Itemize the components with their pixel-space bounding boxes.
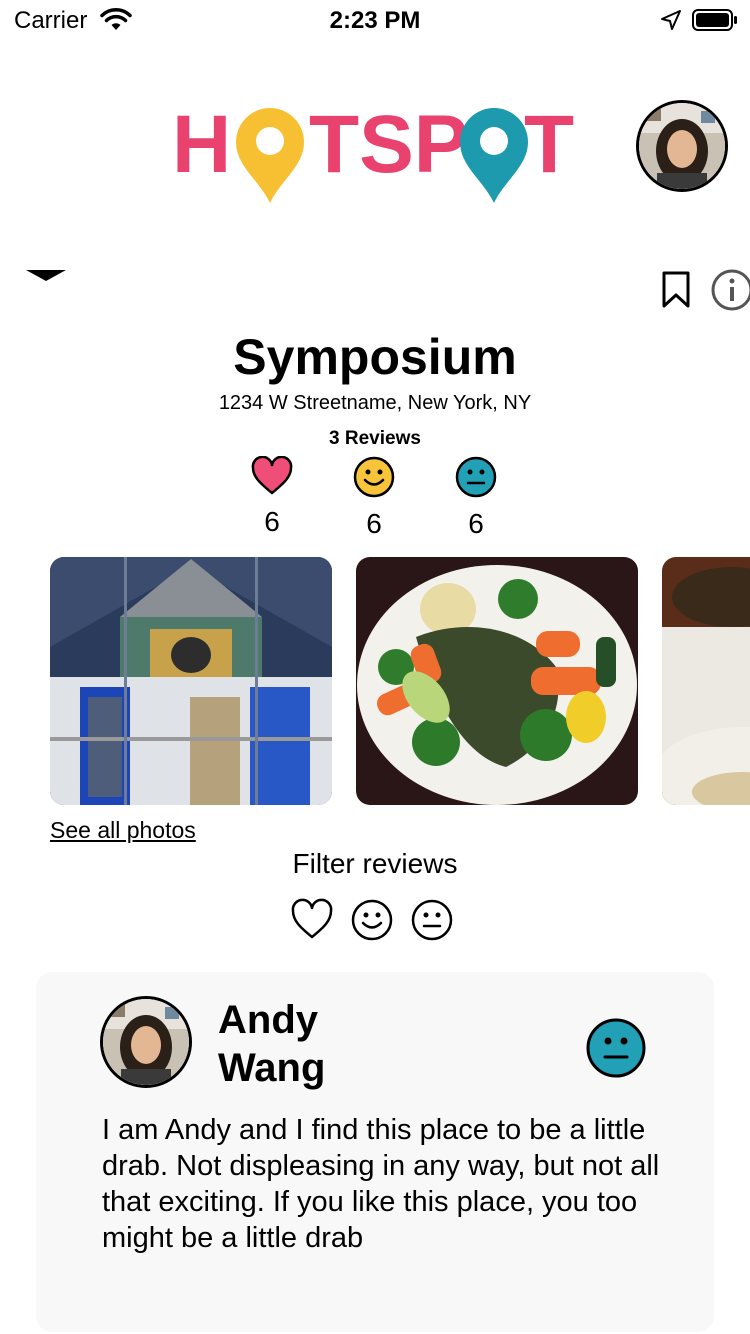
heart-outline-icon: [291, 898, 333, 939]
filter-heart-button[interactable]: [290, 898, 334, 942]
location-arrow-icon: [660, 9, 682, 36]
clock: 2:23 PM: [329, 7, 421, 34]
heart-icon: [251, 456, 293, 495]
bookmark-icon[interactable]: [660, 271, 692, 314]
svg-text:TSP: TSP: [309, 104, 468, 190]
svg-text:H: H: [172, 104, 231, 190]
photo-storefront[interactable]: [50, 557, 332, 805]
place-address: 1234 W Streetname, New York, NY: [218, 392, 532, 414]
review-body: I am Andy and I find this place to be a …: [102, 1114, 660, 1254]
reviewer-name: Andy Wang: [218, 998, 326, 1090]
collapse-caret-icon[interactable]: [26, 270, 66, 281]
status-bar: Carrier 2:23 PM: [0, 0, 750, 40]
neutral-face-icon: [455, 456, 497, 498]
profile-avatar[interactable]: [636, 100, 728, 192]
hotspot-logo: H TSP T: [172, 99, 578, 204]
neutral-stat: 6: [446, 456, 506, 540]
filter-reviews-title: Filter reviews: [292, 848, 458, 879]
neutral-face-icon: [586, 1018, 646, 1078]
svg-text:T: T: [524, 104, 574, 190]
smile-icon: [353, 456, 395, 498]
neutral-count: 6: [468, 508, 484, 539]
filter-neutral-button[interactable]: [410, 898, 454, 942]
smile-count: 6: [366, 508, 382, 539]
battery-icon: [692, 9, 738, 36]
neutral-outline-icon: [411, 899, 453, 941]
info-icon[interactable]: [710, 268, 750, 317]
reviews-count: 3 Reviews: [329, 428, 421, 449]
see-all-photos-link[interactable]: See all photos: [50, 817, 196, 844]
smile-outline-icon: [351, 899, 393, 941]
reviewer-avatar: [100, 996, 192, 1088]
heart-stat: 6: [242, 456, 302, 538]
smile-stat: 6: [344, 456, 404, 540]
review-rating: [585, 1017, 647, 1084]
place-name: Symposium: [233, 329, 517, 385]
photo-food-partial[interactable]: [662, 557, 750, 805]
photo-dish[interactable]: [356, 557, 638, 805]
heart-count: 6: [264, 506, 280, 537]
filter-smile-button[interactable]: [350, 898, 394, 942]
